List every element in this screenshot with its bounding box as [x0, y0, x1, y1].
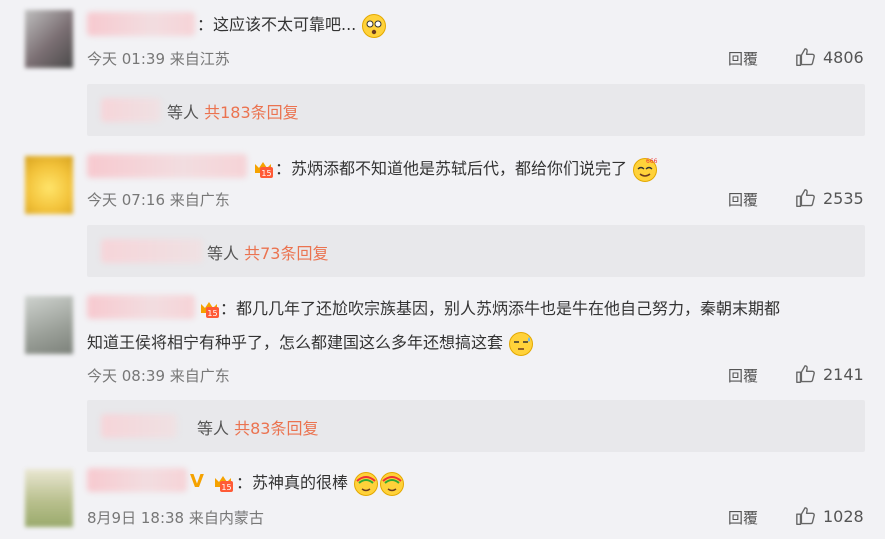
shocked-face-icon — [361, 13, 387, 39]
username[interactable] — [87, 12, 195, 36]
reply-users[interactable] — [101, 414, 177, 438]
reply-users[interactable] — [101, 239, 203, 263]
reply-users[interactable] — [101, 98, 161, 122]
like-button[interactable]: 2141 — [795, 363, 864, 385]
rainbow-face-icon — [353, 471, 379, 497]
replies-box: 等人 共83条回复 — [87, 400, 865, 452]
comment-meta: 今天 08:39 来自广东 — [87, 367, 230, 385]
comment-text: ：苏神真的很棒 — [236, 467, 405, 499]
comment-text: 知道王侯将相宁有种乎了，怎么都建国这么多年还想搞这套 — [87, 327, 534, 359]
replies-prefix: 等人 — [197, 419, 230, 438]
thumbs-up-icon — [795, 363, 817, 385]
avatar[interactable] — [25, 469, 73, 527]
comment-text-content: ：苏神真的很棒 — [236, 473, 349, 492]
like-count: 2535 — [823, 188, 864, 208]
avatar[interactable] — [25, 296, 73, 354]
replies-box: 等人 共73条回复 — [87, 225, 865, 277]
like-button[interactable]: 4806 — [795, 46, 864, 68]
username[interactable] — [87, 295, 195, 319]
like-count: 4806 — [823, 47, 864, 67]
reply-button[interactable]: 回覆 — [728, 507, 758, 528]
comment-text-line1: ：都几几年了还尬吹宗族基因，别人苏炳添牛也是牛在他自己努力，秦朝末期都 — [220, 299, 781, 318]
comment-text: ：都几几年了还尬吹宗族基因，别人苏炳添牛也是牛在他自己努力，秦朝末期都 — [220, 293, 780, 325]
reply-button[interactable]: 回覆 — [728, 365, 758, 386]
rainbow-face-icon — [379, 471, 405, 497]
thumbs-up-icon — [795, 187, 817, 209]
comment-text: ：这应该不太可靠吧... — [197, 9, 387, 41]
replies-summary: 等人 共83条回复 — [197, 415, 318, 439]
vip-crown-icon — [212, 472, 234, 494]
username[interactable] — [87, 154, 247, 178]
comment-text-content: ：苏炳添都不知道他是苏轼后代，都给你们说完了 — [275, 159, 628, 178]
comment-meta: 今天 01:39 来自江苏 — [87, 50, 230, 68]
verified-v-icon: V — [190, 471, 204, 492]
avatar[interactable] — [25, 10, 73, 68]
view-replies-link[interactable]: 共73条回复 — [244, 244, 328, 263]
avatar[interactable] — [25, 156, 73, 214]
like-button[interactable]: 1028 — [795, 505, 864, 527]
like-count: 2141 — [823, 364, 864, 384]
replies-summary: 等人 共183条回复 — [167, 99, 299, 123]
replies-box: 等人 共183条回复 — [87, 84, 865, 136]
reply-button[interactable]: 回覆 — [728, 48, 758, 69]
like-button[interactable]: 2535 — [795, 187, 864, 209]
vip-crown-icon — [252, 158, 274, 180]
replies-summary: 等人 共73条回复 — [207, 240, 328, 264]
reply-button[interactable]: 回覆 — [728, 189, 758, 210]
view-replies-link[interactable]: 共183条回复 — [204, 103, 299, 122]
thumbs-up-icon — [795, 46, 817, 68]
sweat-face-icon — [508, 331, 534, 357]
comment-meta: 今天 07:16 来自广东 — [87, 191, 230, 209]
thumbs-up-icon — [795, 505, 817, 527]
comment-text-line2: 知道王侯将相宁有种乎了，怎么都建国这么多年还想搞这套 — [87, 333, 504, 352]
replies-prefix: 等人 — [167, 103, 200, 122]
comment-text: ：苏炳添都不知道他是苏轼后代，都给你们说完了 666 — [275, 153, 658, 185]
like-count: 1028 — [823, 506, 864, 526]
comment-meta: 8月9日 18:38 来自内蒙古 — [87, 509, 264, 527]
vip-crown-icon — [198, 298, 220, 320]
replies-prefix: 等人 — [207, 244, 240, 263]
username[interactable] — [87, 468, 187, 492]
comment-text-content: ：这应该不太可靠吧... — [197, 15, 357, 34]
svg-text:666: 666 — [646, 158, 658, 165]
view-replies-link[interactable]: 共83条回复 — [234, 419, 318, 438]
666-face-icon: 666 — [632, 157, 658, 183]
